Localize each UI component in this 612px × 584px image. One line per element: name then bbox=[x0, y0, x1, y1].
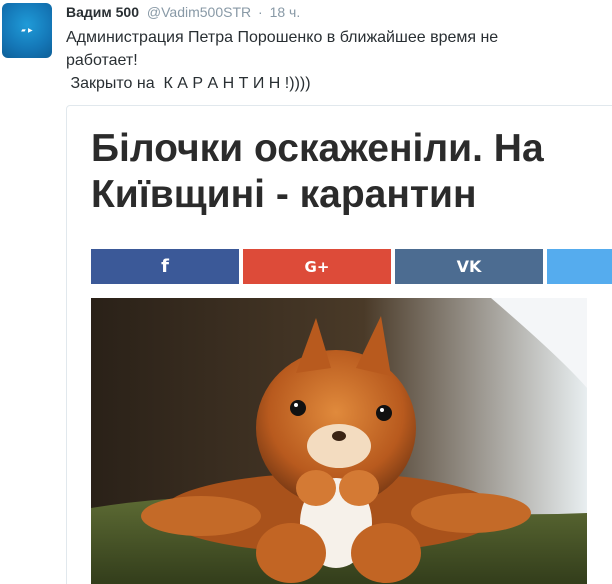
headline-line: Київщині - карантин bbox=[91, 173, 477, 216]
article-image[interactable] bbox=[91, 298, 587, 584]
author-name[interactable]: Вадим 500 bbox=[66, 4, 139, 20]
tweet-text: Администрация Петра Порошенко в ближайше… bbox=[66, 26, 596, 95]
avatar-logo: ▰ ▶ bbox=[21, 27, 33, 34]
author-handle[interactable]: @Vadim500STR bbox=[147, 4, 251, 20]
tweet-text-line: работает! bbox=[66, 52, 138, 69]
header-separator: · bbox=[258, 4, 263, 20]
googleplus-icon: G+ bbox=[304, 257, 330, 276]
headline-line: Білочки оскаженіли. На bbox=[91, 127, 544, 170]
article-headline[interactable]: Білочки оскаженіли. На Київщині - карант… bbox=[91, 126, 611, 218]
tweet-timestamp[interactable]: 18 ч. bbox=[270, 4, 301, 20]
facebook-icon: f bbox=[161, 256, 169, 277]
tweet-header: Вадим 500 @Vadim500STR · 18 ч. bbox=[66, 4, 300, 20]
squirrel-photo bbox=[91, 298, 587, 584]
googleplus-share-button[interactable]: G+ bbox=[243, 249, 391, 284]
tweet-text-line: Администрация Петра Порошенко в ближайше… bbox=[66, 29, 499, 46]
facebook-share-button[interactable]: f bbox=[91, 249, 239, 284]
avatar[interactable]: ▰ ▶ bbox=[2, 3, 52, 58]
vk-share-button[interactable]: VK bbox=[395, 249, 543, 284]
twitter-share-button[interactable] bbox=[547, 249, 612, 284]
media-card[interactable]: Білочки оскаженіли. На Київщині - карант… bbox=[66, 105, 612, 584]
vk-icon: VK bbox=[456, 257, 482, 276]
tweet-text-line: Закрыто на К А Р А Н Т И Н !)))) bbox=[66, 75, 311, 92]
